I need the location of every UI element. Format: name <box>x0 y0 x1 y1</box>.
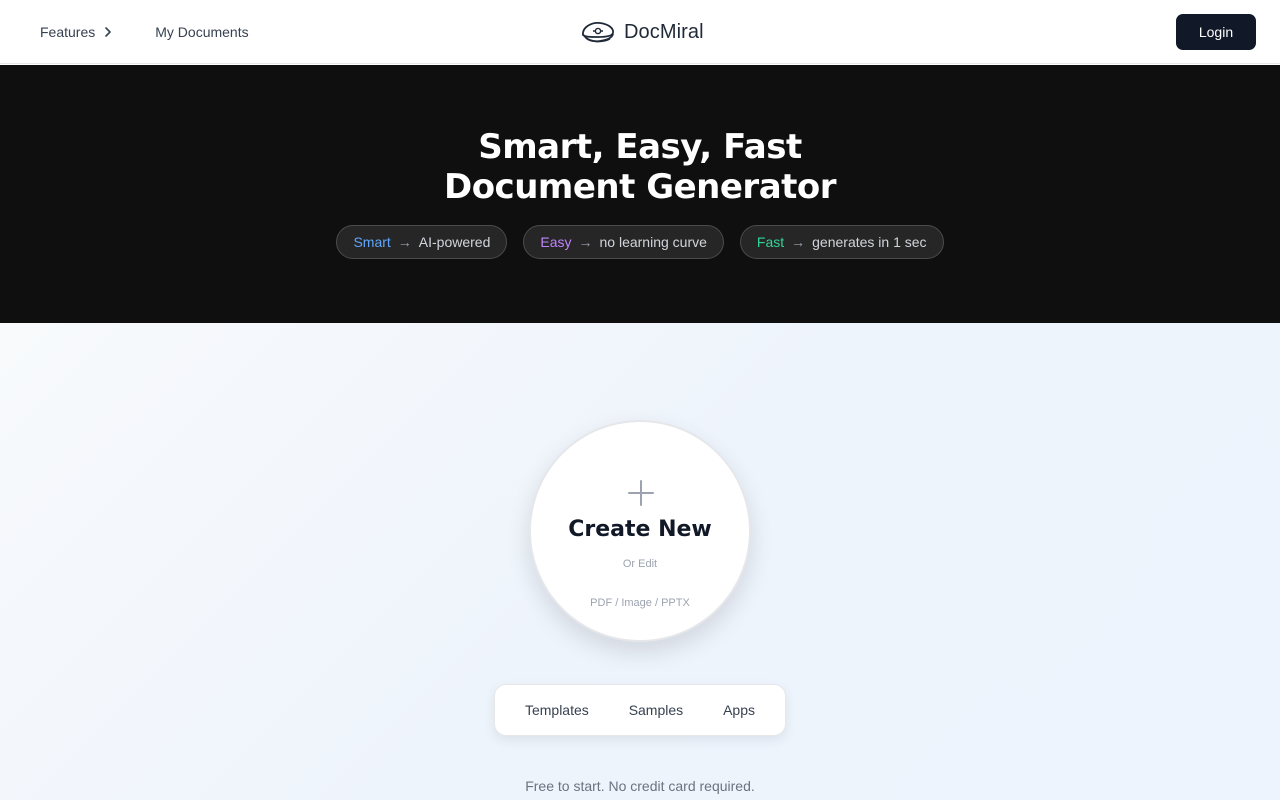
hero-title: Smart, Easy, Fast Document Generator <box>0 127 1280 207</box>
tab-samples[interactable]: Samples <box>623 696 689 724</box>
easy-keyword: Easy <box>540 234 572 250</box>
features-menu[interactable]: Features <box>40 24 115 40</box>
tab-apps[interactable]: Apps <box>717 696 761 724</box>
my-documents-label: My Documents <box>155 24 249 40</box>
free-to-start-note: Free to start. No credit card required. <box>525 778 755 794</box>
hero-title-line-2: Document Generator <box>443 167 837 207</box>
brand-home-link[interactable]: DocMiral <box>580 16 704 48</box>
top-navigation-bar: Features My Documents DocMiral Login <box>0 0 1280 64</box>
plus-icon <box>628 480 654 506</box>
hero-title-line-1: Smart, Easy, Fast <box>478 127 802 167</box>
supported-formats: PDF / Image / PPTX <box>590 597 690 609</box>
nav-links: Features My Documents <box>40 0 249 64</box>
arrow-right-icon: → <box>791 234 806 250</box>
create-new-subtitle: Or Edit <box>622 558 658 570</box>
arrow-right-icon: → <box>397 234 412 250</box>
feature-pills: Smart → AI-powered Easy → no learning cu… <box>0 225 1280 259</box>
create-new-title: Create New <box>568 517 712 542</box>
fast-description: generates in 1 sec <box>812 234 927 250</box>
content-tabs: Templates Samples Apps <box>494 684 786 736</box>
hero-section: Smart, Easy, Fast Document Generator Sma… <box>0 65 1280 323</box>
tab-templates[interactable]: Templates <box>519 696 595 724</box>
easy-description: no learning curve <box>599 234 707 250</box>
fast-keyword: Fast <box>756 234 785 250</box>
captain-hat-logo-icon <box>582 22 614 43</box>
arrow-right-icon: → <box>578 234 593 250</box>
brand-name: DocMiral <box>624 20 704 43</box>
create-new-button[interactable]: Create New Or Edit PDF / Image / PPTX <box>529 420 751 642</box>
main-content: Create New Or Edit PDF / Image / PPTX Te… <box>0 323 1280 800</box>
smart-pill: Smart → AI-powered <box>336 225 508 259</box>
fast-pill: Fast → generates in 1 sec <box>739 225 944 259</box>
my-documents-link[interactable]: My Documents <box>155 24 248 40</box>
chevron-right-icon <box>105 27 112 37</box>
features-label: Features <box>40 24 96 40</box>
easy-pill: Easy → no learning curve <box>523 225 724 259</box>
smart-description: AI-powered <box>418 234 491 250</box>
smart-keyword: Smart <box>353 234 391 250</box>
login-button[interactable]: Login <box>1176 14 1256 50</box>
